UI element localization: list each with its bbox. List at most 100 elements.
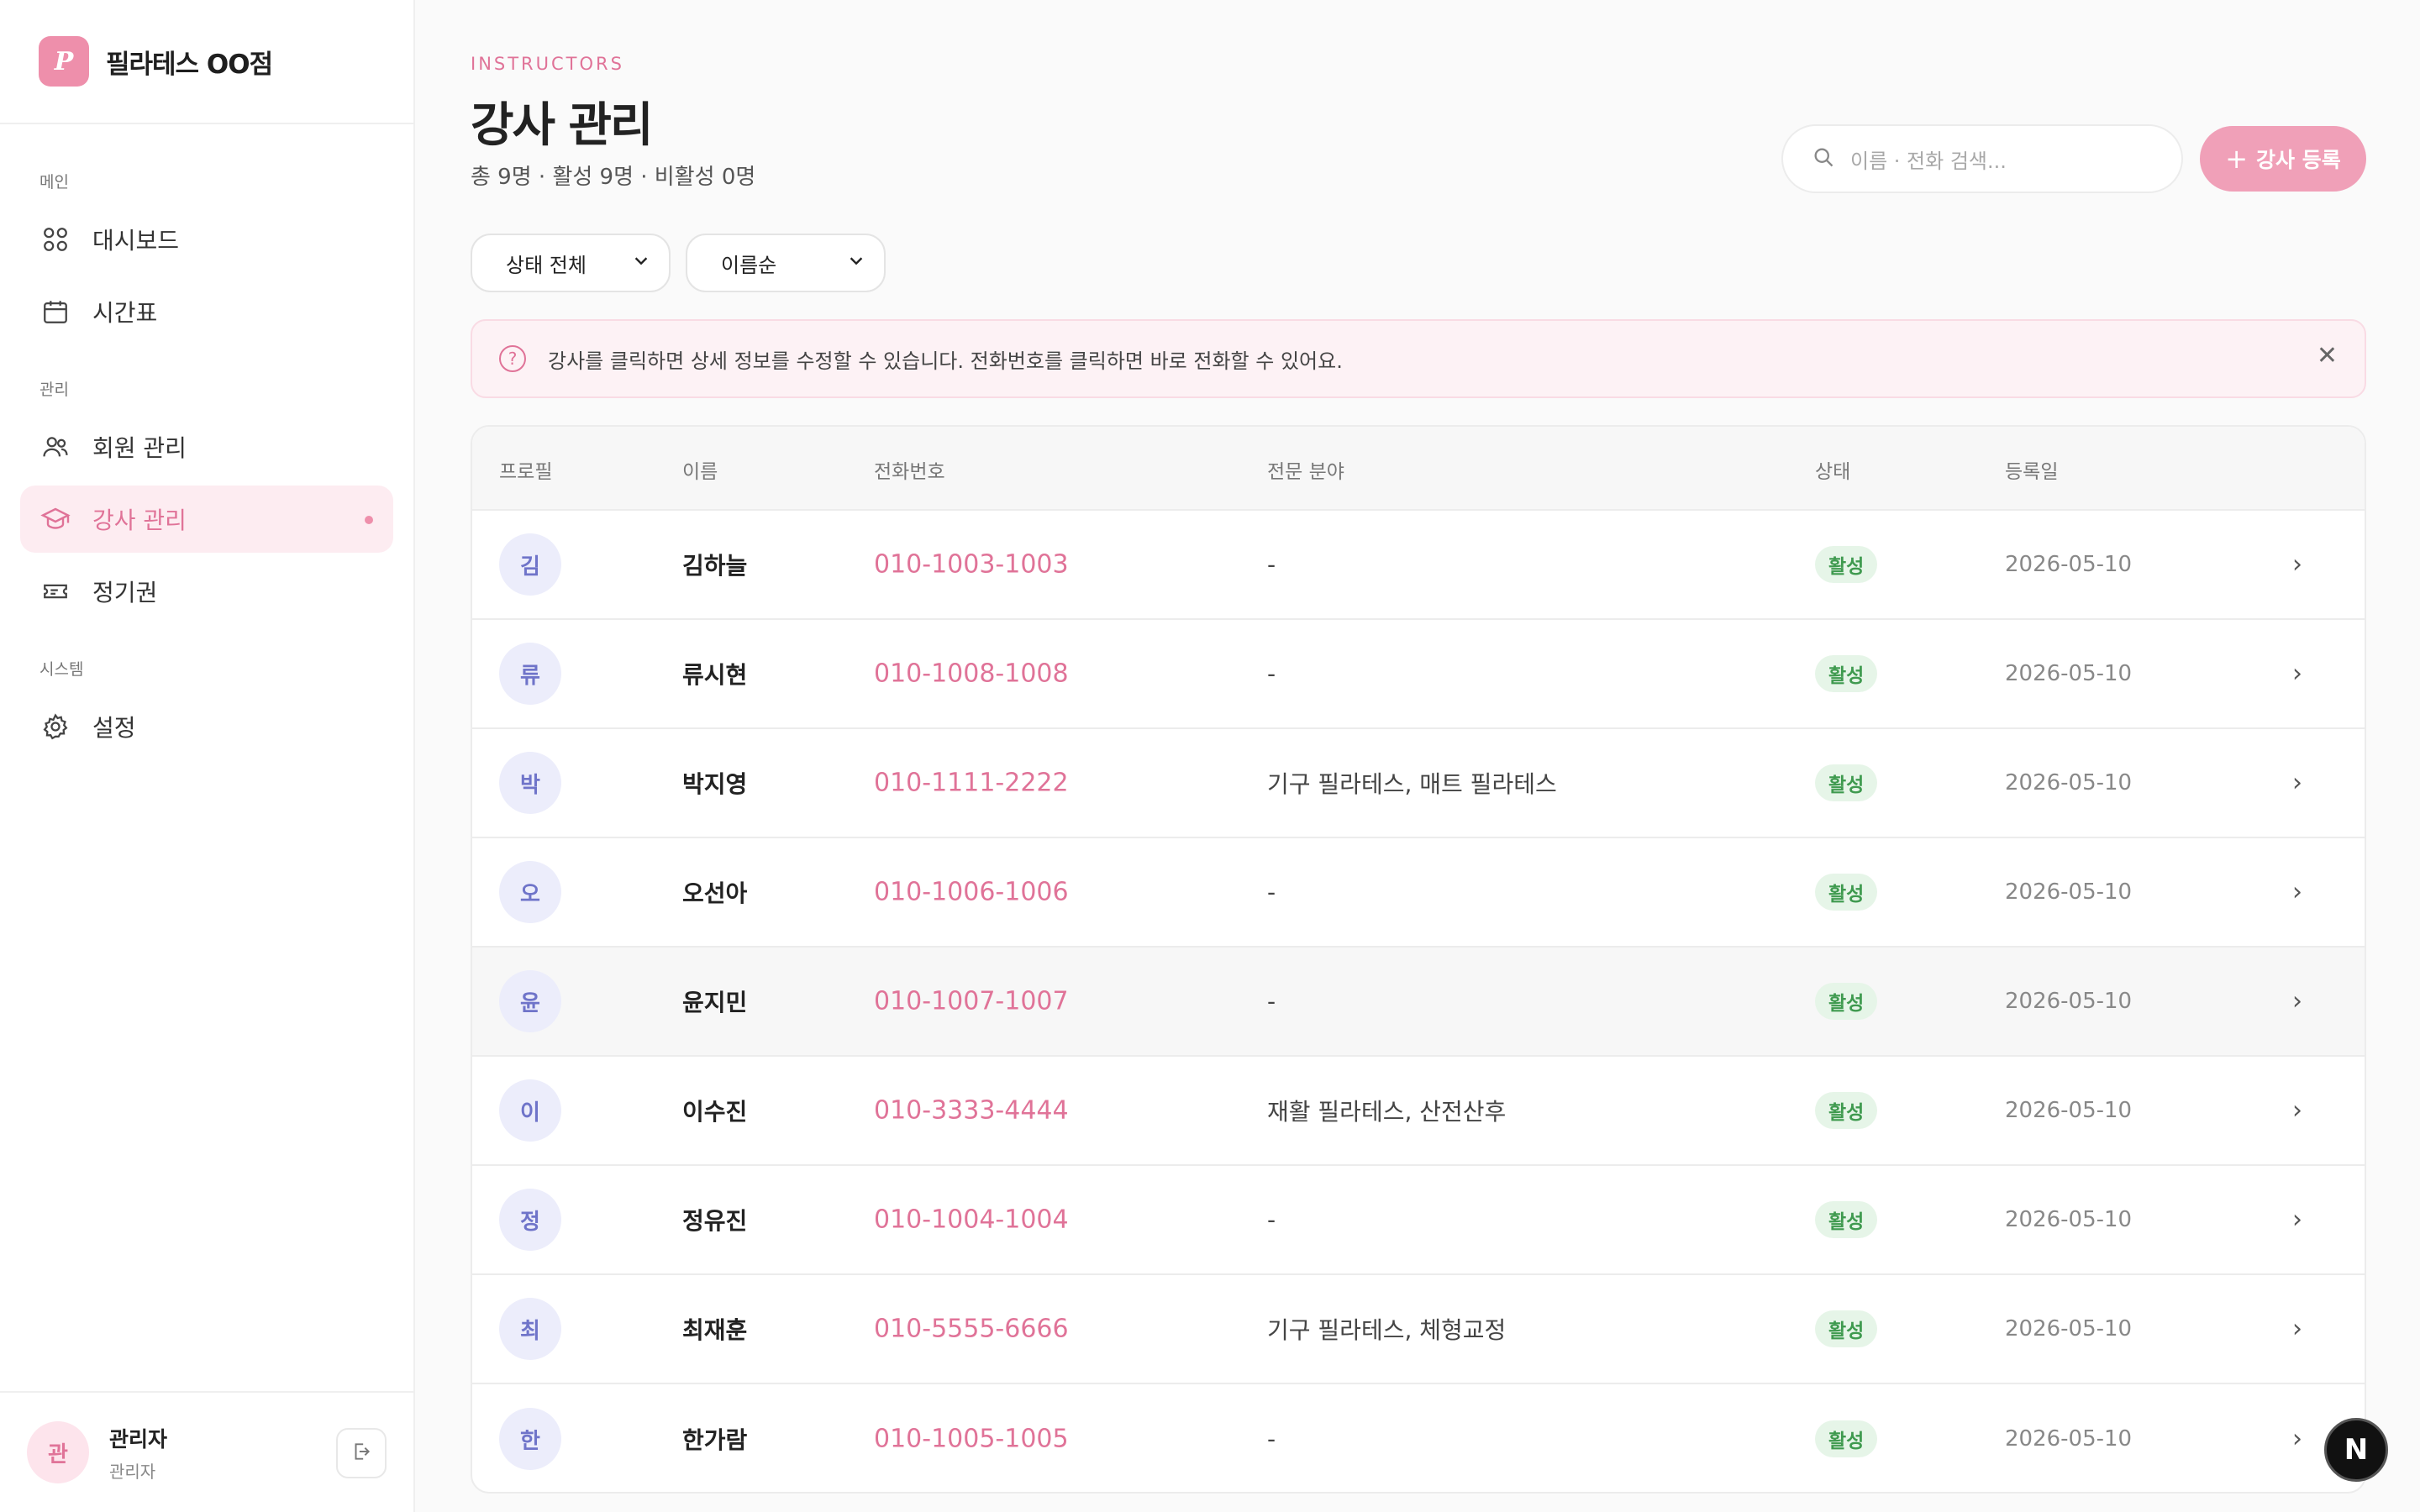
avatar: 정 bbox=[499, 1189, 561, 1251]
sidebar-item-passes[interactable]: 정기권 bbox=[20, 558, 393, 625]
table-row[interactable]: 윤 윤지민 010-1007-1007 - 활성 2026-05-10 › bbox=[472, 948, 2365, 1057]
column-header: 이름 bbox=[682, 461, 718, 483]
column-header: 상태 bbox=[1815, 461, 1851, 483]
table-header: 프로필 이름 전화번호 전문 분야 상태 등록일 bbox=[472, 427, 2365, 511]
instructor-name: 박지영 bbox=[682, 770, 748, 798]
table-row[interactable]: 류 류시현 010-1008-1008 - 활성 2026-05-10 › bbox=[472, 620, 2365, 729]
filter-bar: 상태 전체 이름순 bbox=[471, 234, 886, 292]
ticket-icon bbox=[40, 576, 71, 606]
phone-link[interactable]: 010-1111-2222 bbox=[874, 769, 1069, 798]
specialty: - bbox=[1267, 878, 1276, 906]
add-instructor-button[interactable]: + 강사 등록 bbox=[2200, 126, 2366, 192]
instructor-name: 최재훈 bbox=[682, 1316, 748, 1344]
chevron-right-icon: › bbox=[2292, 1314, 2302, 1344]
table-row[interactable]: 박 박지영 010-1111-2222 기구 필라테스, 매트 필라테스 활성 2026-… bbox=[472, 729, 2365, 838]
user-role: 관리자 bbox=[109, 1461, 156, 1482]
sidebar-item-timetable[interactable]: 시간표 bbox=[20, 278, 393, 345]
registered-date: 2026-05-10 bbox=[2005, 770, 2133, 795]
sidebar: P 필라테스 OO점 메인 대시보드 시간표 관리 회원 관리 강사 관리 정기… bbox=[0, 0, 415, 1512]
gear-icon bbox=[40, 711, 71, 742]
status-filter-select[interactable]: 상태 전체 bbox=[471, 234, 671, 292]
sidebar-item-label: 강사 관리 bbox=[92, 507, 187, 534]
status-badge: 활성 bbox=[1815, 1092, 1878, 1129]
chevron-right-icon: › bbox=[2292, 768, 2302, 798]
registered-date: 2026-05-10 bbox=[2005, 879, 2133, 905]
specialty: - bbox=[1267, 987, 1276, 1016]
phone-link[interactable]: 010-1007-1007 bbox=[874, 987, 1069, 1016]
avatar: 이 bbox=[499, 1079, 561, 1142]
avatar: 윤 bbox=[499, 970, 561, 1032]
avatar: 최 bbox=[499, 1298, 561, 1360]
chevron-down-icon bbox=[632, 251, 650, 275]
status-badge: 활성 bbox=[1815, 546, 1878, 583]
phone-link[interactable]: 010-1004-1004 bbox=[874, 1205, 1069, 1235]
nav-section-system: 시스템 bbox=[39, 660, 84, 679]
search-input[interactable]: 이름 · 전화 검색... bbox=[1781, 124, 2183, 193]
help-circle-icon: ? bbox=[499, 345, 526, 372]
chevron-right-icon: › bbox=[2292, 877, 2302, 907]
phone-link[interactable]: 010-1006-1006 bbox=[874, 878, 1069, 907]
status-badge: 활성 bbox=[1815, 1201, 1878, 1238]
brand-header[interactable]: P 필라테스 OO점 bbox=[0, 0, 413, 124]
phone-link[interactable]: 010-1003-1003 bbox=[874, 550, 1069, 580]
info-banner-text: 강사를 클릭하면 상세 정보를 수정할 수 있습니다. 전화번호를 클릭하면 바… bbox=[548, 349, 1343, 373]
specialty: 기구 필라테스, 체형교정 bbox=[1267, 1316, 1507, 1344]
search-icon bbox=[1812, 145, 1835, 172]
grid-icon bbox=[40, 224, 71, 255]
registered-date: 2026-05-10 bbox=[2005, 1316, 2133, 1341]
specialty: - bbox=[1267, 659, 1276, 688]
search-placeholder: 이름 · 전화 검색... bbox=[1850, 149, 2007, 173]
phone-link[interactable]: 010-5555-6666 bbox=[874, 1315, 1069, 1344]
page-eyebrow: INSTRUCTORS bbox=[471, 54, 624, 74]
sidebar-item-label: 대시보드 bbox=[92, 227, 180, 255]
instructor-name: 김하늘 bbox=[682, 552, 748, 580]
logout-icon bbox=[350, 1441, 372, 1466]
chevron-right-icon: › bbox=[2292, 986, 2302, 1016]
chevron-right-icon: › bbox=[2292, 1095, 2302, 1126]
sidebar-item-label: 설정 bbox=[92, 714, 136, 742]
avatar: 오 bbox=[499, 861, 561, 923]
logout-button[interactable] bbox=[336, 1428, 387, 1478]
status-filter-value: 상태 전체 bbox=[506, 253, 587, 277]
table-row[interactable]: 정 정유진 010-1004-1004 - 활성 2026-05-10 › bbox=[472, 1166, 2365, 1275]
column-header: 프로필 bbox=[499, 461, 553, 483]
phone-link[interactable]: 010-1008-1008 bbox=[874, 659, 1069, 689]
registered-date: 2026-05-10 bbox=[2005, 1098, 2133, 1123]
sort-select[interactable]: 이름순 bbox=[686, 234, 886, 292]
status-badge: 활성 bbox=[1815, 874, 1878, 911]
table-row[interactable]: 한 한가람 010-1005-1005 - 활성 2026-05-10 › bbox=[472, 1384, 2365, 1492]
table-row[interactable]: 오 오선아 010-1006-1006 - 활성 2026-05-10 › bbox=[472, 838, 2365, 948]
specialty: - bbox=[1267, 1205, 1276, 1234]
specialty: - bbox=[1267, 1425, 1276, 1453]
nav-section-manage: 관리 bbox=[39, 381, 69, 399]
avatar: 류 bbox=[499, 643, 561, 705]
avatar: 한 bbox=[499, 1408, 561, 1470]
instructor-name: 오선아 bbox=[682, 879, 748, 907]
status-badge: 활성 bbox=[1815, 1420, 1878, 1457]
instructor-name: 이수진 bbox=[682, 1098, 748, 1126]
table-row[interactable]: 김 김하늘 010-1003-1003 - 활성 2026-05-10 › bbox=[472, 511, 2365, 620]
sidebar-item-dashboard[interactable]: 대시보드 bbox=[20, 206, 393, 273]
sidebar-item-settings[interactable]: 설정 bbox=[20, 693, 393, 760]
close-icon[interactable]: ✕ bbox=[2317, 341, 2338, 370]
phone-link[interactable]: 010-1005-1005 bbox=[874, 1425, 1069, 1454]
status-badge: 활성 bbox=[1815, 655, 1878, 692]
page-title: 강사 관리 bbox=[471, 98, 654, 153]
specialty: - bbox=[1267, 550, 1276, 579]
table-row[interactable]: 최 최재훈 010-5555-6666 기구 필라테스, 체형교정 활성 2026-05-… bbox=[472, 1275, 2365, 1384]
floating-action-button[interactable]: N bbox=[2324, 1418, 2388, 1482]
add-instructor-label: 강사 등록 bbox=[2256, 148, 2341, 172]
chevron-down-icon bbox=[847, 251, 865, 275]
sidebar-item-instructors[interactable]: 강사 관리 bbox=[20, 486, 393, 553]
chevron-right-icon: › bbox=[2292, 659, 2302, 689]
brand-logo: P bbox=[39, 36, 89, 87]
nav-section-main: 메인 bbox=[39, 173, 69, 192]
sort-value: 이름순 bbox=[721, 253, 777, 277]
user-name: 관리자 bbox=[109, 1426, 168, 1452]
user-profile: 관 관리자 관리자 bbox=[0, 1391, 415, 1512]
table-row[interactable]: 이 이수진 010-3333-4444 재활 필라테스, 산전산후 활성 2026-05-… bbox=[472, 1057, 2365, 1166]
phone-link[interactable]: 010-3333-4444 bbox=[874, 1096, 1069, 1126]
table-body: 김 김하늘 010-1003-1003 - 활성 2026-05-10 › 류 류시현 010-1… bbox=[472, 511, 2365, 1492]
sidebar-item-members[interactable]: 회원 관리 bbox=[20, 413, 393, 480]
instructor-table: 프로필 이름 전화번호 전문 분야 상태 등록일 김 김하늘 010-1003-10… bbox=[471, 425, 2366, 1494]
